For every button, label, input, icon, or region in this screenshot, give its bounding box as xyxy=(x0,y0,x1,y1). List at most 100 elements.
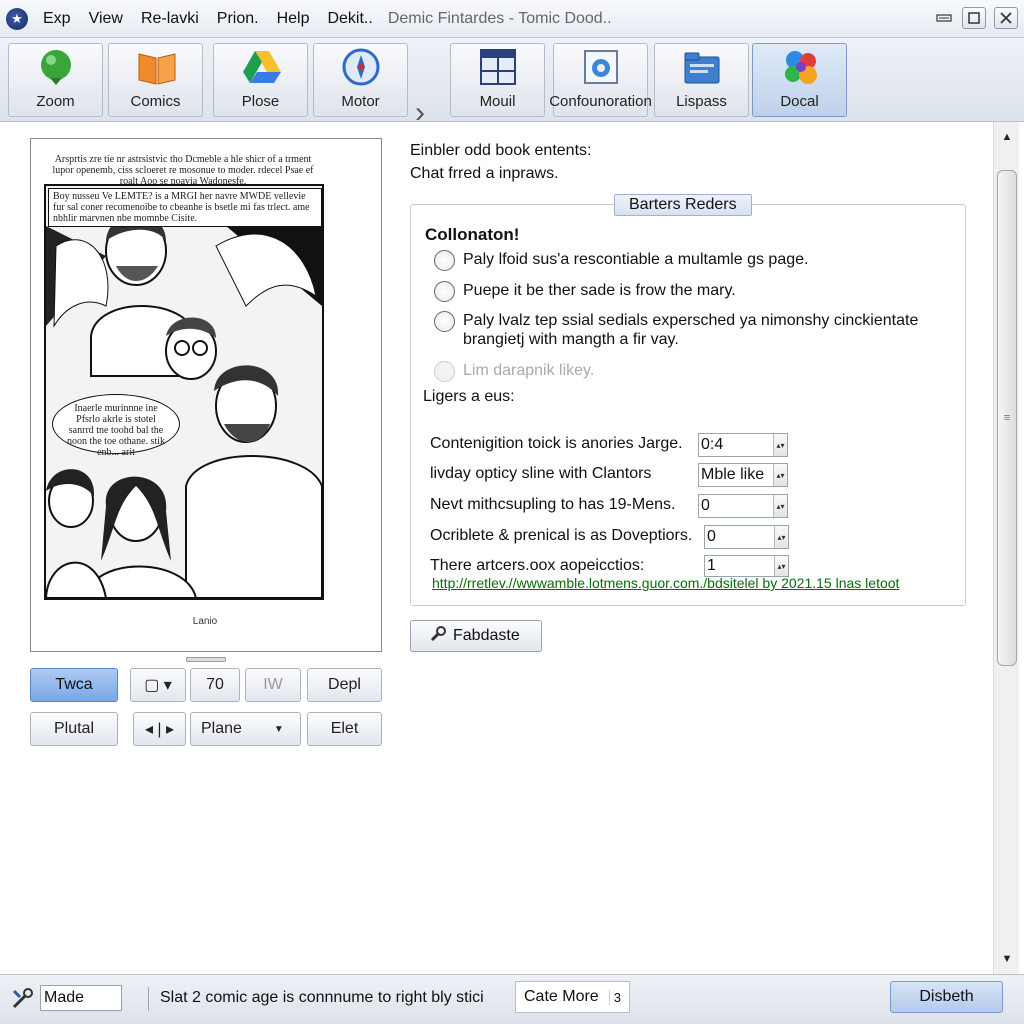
view-mode-dropdown[interactable]: ▢ ▾ xyxy=(130,668,186,702)
radio-option-1[interactable]: Paly lfoid sus'a rescontiable a multamle… xyxy=(434,250,808,271)
radio-label: Paly lfoid sus'a rescontiable a multamle… xyxy=(463,251,809,268)
comic-panel: Boy nusseu Ve LEMTE? is a MRGI her navre… xyxy=(44,184,324,600)
radio-option-2[interactable]: Puepe it be ther sade is frow the mary. xyxy=(434,281,736,302)
comic-footer-text: Lanio xyxy=(192,616,218,627)
toolbar-button-mouil[interactable]: Mouil xyxy=(450,43,545,117)
field-input-4[interactable]: 0 ▴▾ xyxy=(704,525,789,549)
twca-button[interactable]: Twca xyxy=(30,668,118,702)
cate-more-count: 3 xyxy=(608,989,621,1005)
plutal-button[interactable]: Plutal xyxy=(30,712,118,746)
fabdaste-label: Fabdaste xyxy=(453,627,520,644)
toolbar-label: Lispass xyxy=(676,93,727,110)
green-globe-icon xyxy=(36,47,76,87)
settings-window-icon xyxy=(581,47,621,87)
comic-header-text: Arsprtis zre tie nr astrsistvic tho Dcme… xyxy=(52,154,314,187)
field-label: Nevt mithcsupling to has 19-Mens. xyxy=(430,496,676,513)
field-label: There artcers.oox aopeicctios: xyxy=(430,557,645,574)
field-label: Contenigition toick is anories Jarge. xyxy=(430,435,683,452)
orange-book-icon xyxy=(136,47,176,87)
plane-dropdown-label: Plane xyxy=(201,720,242,737)
field-input-5[interactable]: 1 ▴▾ xyxy=(704,555,789,577)
status-separator xyxy=(148,987,149,1011)
cate-more-label: Cate More xyxy=(524,988,599,1005)
toolbar-button-lispass[interactable]: Lispass xyxy=(654,43,749,117)
intro-line-2: Chat frred a inpraws. xyxy=(410,165,559,182)
elet-button[interactable]: Elet xyxy=(307,712,382,746)
toolbar-button-confounoration[interactable]: Confounoration xyxy=(549,43,652,117)
plane-dropdown[interactable]: Plane ▼ xyxy=(190,712,301,746)
cate-more-button[interactable]: Cate More 3 xyxy=(515,981,630,1013)
radio-label: Lim darapnik likey. xyxy=(463,362,595,379)
tools-icon[interactable] xyxy=(10,987,34,1015)
radio-button[interactable] xyxy=(434,311,455,332)
zoom-value-field[interactable]: 70 xyxy=(190,668,240,702)
radio-button[interactable] xyxy=(434,281,455,302)
scroll-down-icon[interactable]: ▼ xyxy=(994,948,1020,970)
radio-label: Puepe it be ther sade is frow the mary. xyxy=(463,282,736,299)
resize-grip-handle[interactable] xyxy=(186,657,226,662)
menu-item-help[interactable]: Help xyxy=(268,10,319,28)
toolbar-label: Confounoration xyxy=(549,93,652,110)
field-label: Ocriblete & prenical is as Doveptiors. xyxy=(430,527,693,544)
radio-button[interactable] xyxy=(434,250,455,271)
field-input-2[interactable]: Mble like ▴▾ xyxy=(698,463,788,487)
menu-item-relavki[interactable]: Re-lavki xyxy=(132,10,208,28)
grid-window-icon xyxy=(478,47,518,87)
wrench-icon xyxy=(429,625,447,648)
field-label: livday opticy sline with Clantors xyxy=(430,465,652,482)
field-row-3: Nevt mithcsupling to has 19-Mens. xyxy=(430,496,675,514)
spinner-arrows-icon[interactable]: ▴▾ xyxy=(774,556,788,576)
radio-button xyxy=(434,361,455,382)
toolbar-button-plose[interactable]: Plose xyxy=(213,43,308,117)
main-content: Arsprtis zre tie nr astrsistvic tho Dcme… xyxy=(0,122,1024,974)
depl-button[interactable]: Depl xyxy=(307,668,382,702)
toolbar-label: Docal xyxy=(780,93,819,110)
iw-button[interactable]: IW xyxy=(245,668,301,702)
info-link[interactable]: http://rretlev.//wwwamble.lotmens.guor.c… xyxy=(432,575,899,591)
intro-line-1: Einbler odd book entents: xyxy=(410,142,592,159)
menu-item-view[interactable]: View xyxy=(80,10,132,28)
field-input-1[interactable]: 0:4 ▴▾ xyxy=(698,433,788,457)
status-mode-field[interactable]: Made xyxy=(40,985,122,1011)
toolbar-button-zoom[interactable]: Zoom xyxy=(8,43,103,117)
page-nav-arrows[interactable]: ◂ | ▸ xyxy=(133,712,186,746)
radio-option-4: Lim darapnik likey. xyxy=(434,361,594,382)
spinner-arrows-icon[interactable]: ▴▾ xyxy=(773,464,787,486)
field-row-2: livday opticy sline with Clantors xyxy=(430,465,651,483)
toolbar-button-motor[interactable]: Motor xyxy=(313,43,408,117)
toolbar-label: Plose xyxy=(241,93,280,110)
toolbar-label: Comics xyxy=(130,93,181,110)
vertical-scrollbar[interactable]: ▲ ≡ ▼ xyxy=(993,122,1019,974)
scroll-up-icon[interactable]: ▲ xyxy=(994,126,1020,148)
restore-icon[interactable] xyxy=(962,7,986,29)
field-row-4: Ocriblete & prenical is as Doveptiors. xyxy=(430,527,692,545)
disbeth-button[interactable]: Disbeth xyxy=(890,981,1003,1013)
compass-icon xyxy=(341,47,381,87)
section-title: Collonaton! xyxy=(425,225,520,244)
menu-item-prion[interactable]: Prion. xyxy=(208,10,268,28)
app-logo-icon[interactable]: ★ xyxy=(6,7,28,30)
drive-triangle-icon xyxy=(241,47,281,87)
toolbar-button-docal[interactable]: Docal xyxy=(752,43,847,117)
menu-bar: ★ Exp View Re-lavki Prion. Help Dekit.. … xyxy=(0,0,1024,38)
spinner-arrows-icon[interactable]: ▴▾ xyxy=(773,434,787,456)
minimize-icon[interactable] xyxy=(934,7,954,29)
radio-option-3[interactable]: Paly lvalz tep ssial sedials expersched … xyxy=(434,311,934,349)
fabdaste-button[interactable]: Fabdaste xyxy=(410,620,542,652)
toolbar: Zoom Comics Plose Motor › Mouil Confouno… xyxy=(0,38,1024,128)
scrollbar-thumb[interactable]: ≡ xyxy=(997,170,1017,666)
spinner-arrows-icon[interactable]: ▴▾ xyxy=(773,495,787,517)
close-icon[interactable] xyxy=(994,7,1018,29)
field-value: 1 xyxy=(707,557,716,574)
field-row-1: Contenigition toick is anories Jarge. xyxy=(430,435,683,453)
radio-label: Paly lvalz tep ssial sedials expersched … xyxy=(463,312,919,348)
field-input-3[interactable]: 0 ▴▾ xyxy=(698,494,788,518)
menu-item-exp[interactable]: Exp xyxy=(34,10,80,28)
window-title: Demic Fintardes - Tomic Dood.. xyxy=(387,9,612,27)
field-value: 0 xyxy=(707,528,716,545)
speech-bubble: Inaerle murinnne ine Pfsrlo akrle is sto… xyxy=(52,394,180,458)
spinner-arrows-icon[interactable]: ▴▾ xyxy=(774,526,788,548)
blue-folder-icon xyxy=(682,47,722,87)
toolbar-button-comics[interactable]: Comics xyxy=(108,43,203,117)
menu-item-dekit[interactable]: Dekit.. xyxy=(318,10,381,28)
